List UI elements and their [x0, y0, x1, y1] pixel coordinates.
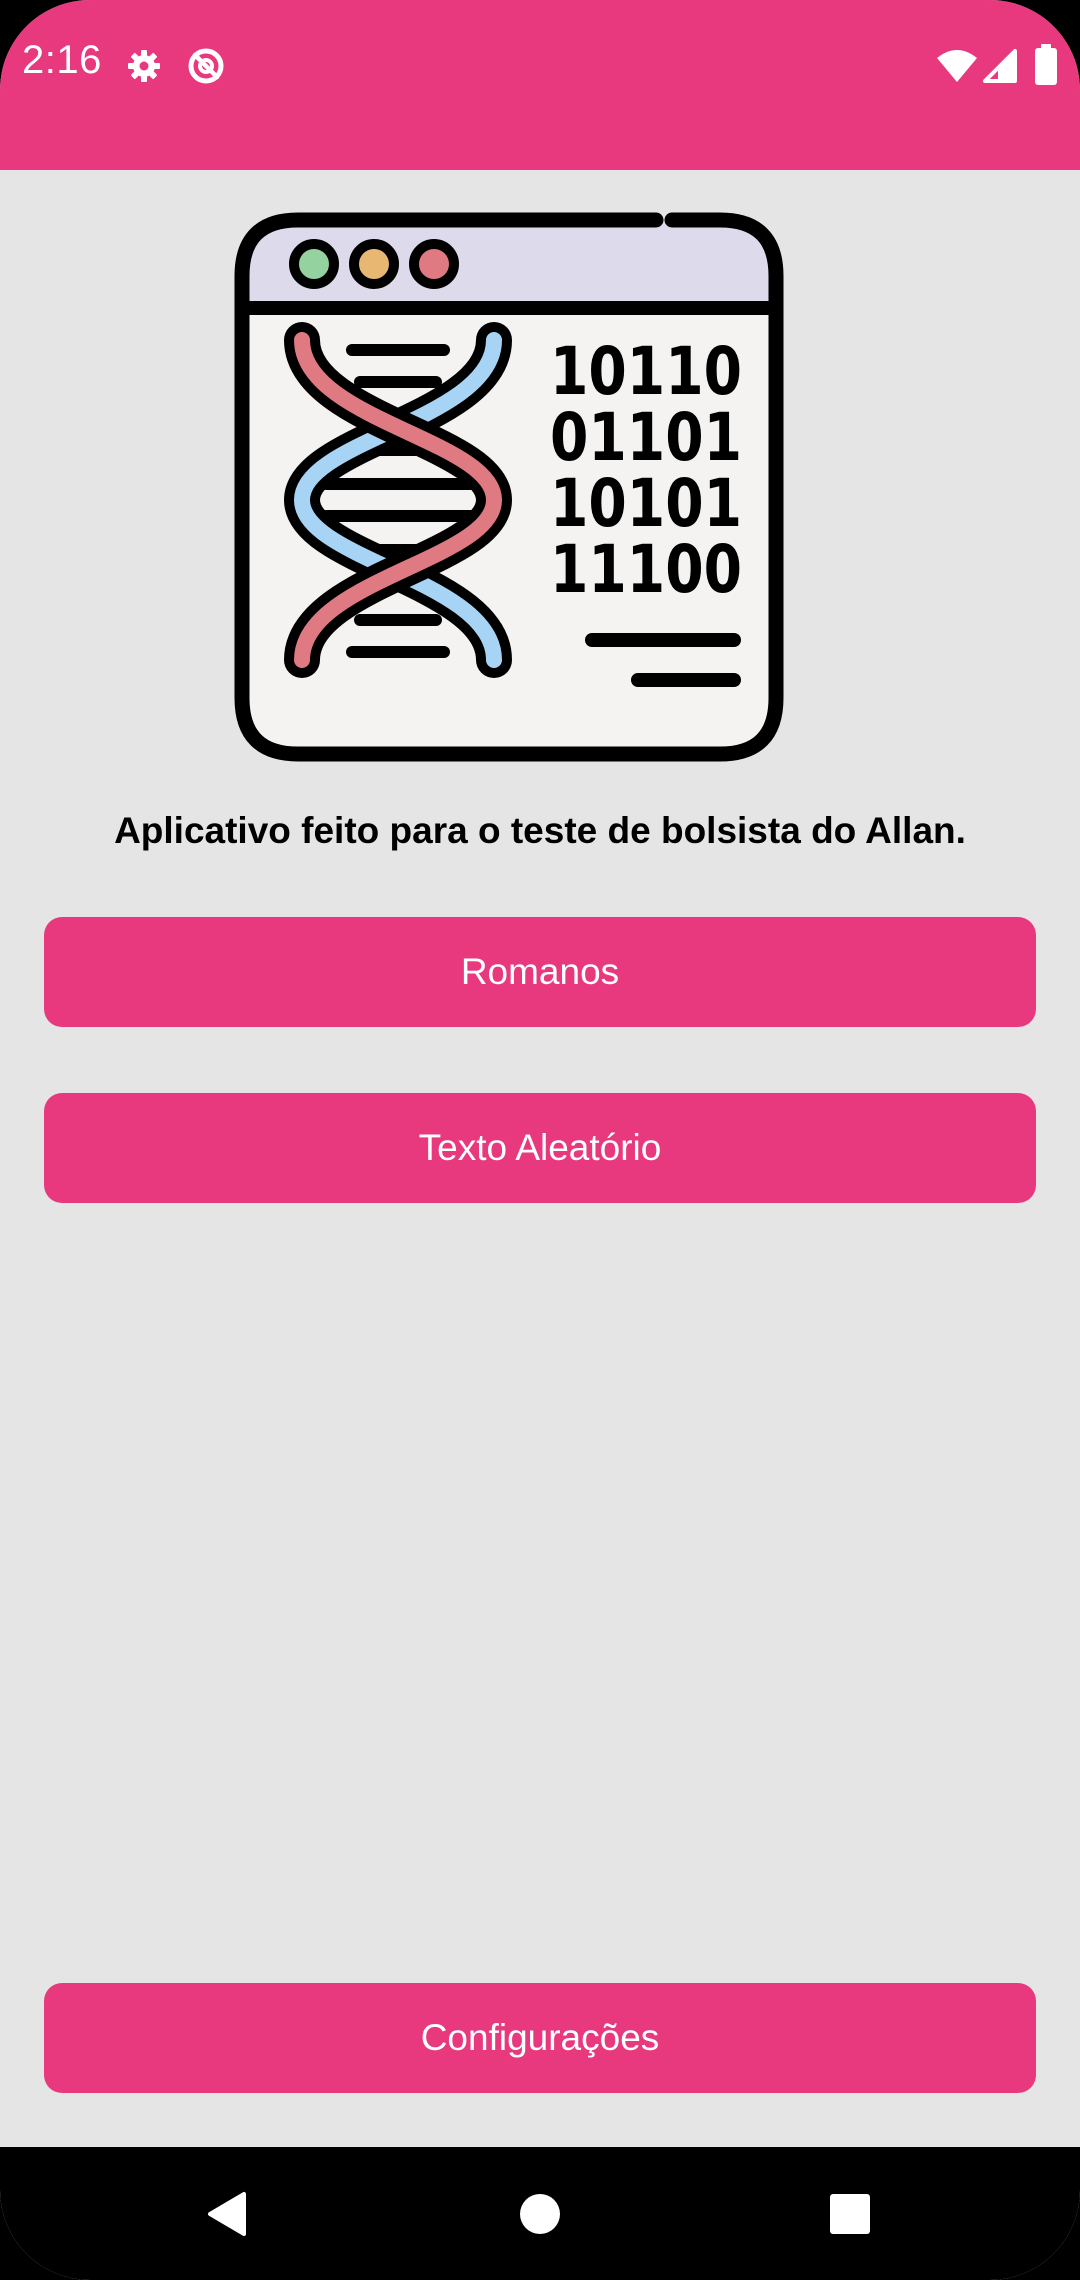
settings-icon [128, 50, 160, 82]
home-button[interactable] [480, 2147, 600, 2280]
recents-button[interactable] [790, 2147, 910, 2280]
app-screen: 2:16 10110 01101 10101 11100 Aplicativo … [0, 0, 1080, 2280]
do-not-disturb-icon [188, 48, 224, 84]
status-bar: 2:16 [0, 0, 1080, 170]
wifi-icon [937, 50, 977, 82]
battery-icon [1035, 44, 1057, 85]
app-description: Aplicativo feito para o teste de bolsist… [114, 810, 966, 851]
signal-icon [983, 49, 1017, 83]
romanos-button[interactable]: Romanos [44, 917, 1036, 1027]
texto-aleatorio-button[interactable]: Texto Aleatório [44, 1093, 1036, 1203]
status-time: 2:16 [22, 38, 102, 82]
recents-icon [830, 2193, 870, 2234]
dna-binary-icon: 10110 01101 10101 11100 [234, 212, 784, 762]
navigation-bar [0, 2147, 1080, 2280]
back-button[interactable] [166, 2147, 286, 2280]
home-icon [520, 2193, 560, 2234]
svg-text:11100: 11100 [550, 531, 742, 608]
main-content: 10110 01101 10101 11100 Aplicativo feito… [0, 170, 1080, 2147]
back-icon [208, 2191, 246, 2236]
configuracoes-button[interactable]: Configurações [44, 1983, 1036, 2093]
